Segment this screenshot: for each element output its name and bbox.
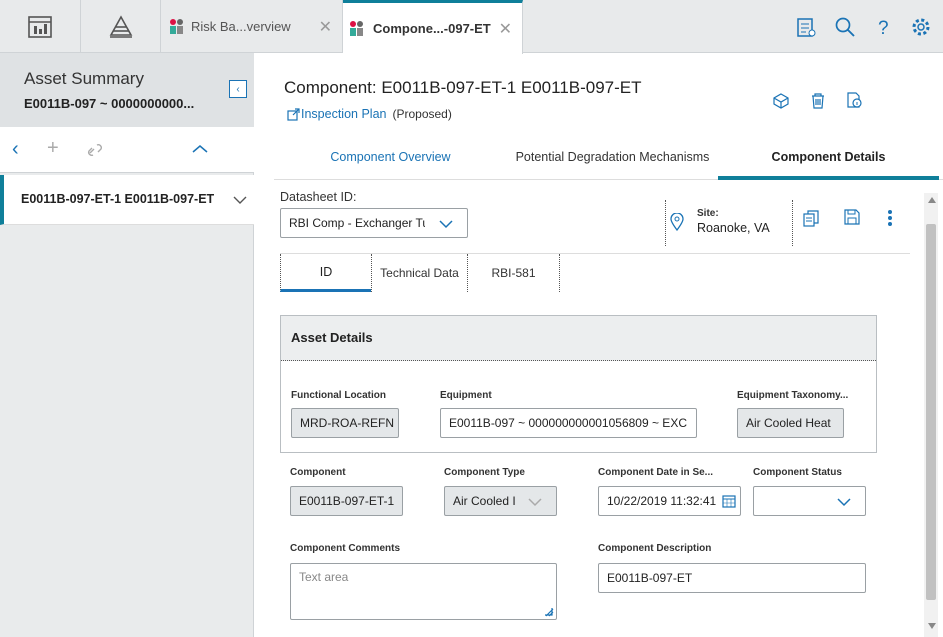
inspection-plan-row: Inspection Plan (Proposed) — [287, 107, 452, 121]
dashboard-icon — [28, 15, 52, 38]
svg-text:?: ? — [878, 18, 889, 38]
search-icon[interactable] — [834, 16, 856, 38]
close-icon[interactable]: ✕ — [499, 19, 512, 39]
component-status-select[interactable] — [753, 486, 866, 516]
asset-summary-header: Asset Summary E0011B-097 ~ 0000000000...… — [0, 53, 254, 127]
top-bar: Risk Ba...verview ✕ Compone...-097-ET ✕ … — [0, 0, 943, 54]
component-date-field[interactable]: 10/22/2019 11:32:41 — [598, 486, 741, 516]
scrollbar[interactable] — [924, 193, 938, 637]
tab-component-overview[interactable]: Component Overview — [274, 137, 507, 177]
tab-component-details[interactable]: Component Details — [718, 137, 939, 180]
asset-details-panel: Asset Details Functional Location MRD-RO… — [280, 315, 877, 453]
people-icon — [170, 18, 183, 34]
chevron-down-icon — [837, 498, 851, 507]
left-toolbar: ‹ + — [0, 127, 254, 173]
functional-location-field: MRD-ROA-REFN — [291, 408, 399, 438]
more-options-icon[interactable] — [887, 209, 893, 227]
location-pin-icon — [670, 213, 684, 231]
comments-placeholder: Text area — [299, 570, 349, 584]
tab-label: Risk Ba...verview — [191, 19, 291, 34]
page-title: Component: E0011B-097-ET-1 E0011B-097-ET — [284, 78, 642, 97]
asset-details-title: Asset Details — [291, 330, 373, 345]
tab-risk-overview[interactable]: Risk Ba...verview ✕ — [161, 0, 343, 53]
save-icon[interactable] — [844, 209, 860, 225]
site-label: Site: — [697, 208, 719, 219]
equipment-label: Equipment — [440, 390, 492, 401]
list-item-label: E0011B-097-ET-1 E0011B-097-ET — [21, 192, 215, 206]
cube-icon[interactable] — [773, 93, 789, 109]
calendar-icon[interactable] — [722, 494, 736, 508]
list-item-selected[interactable]: E0011B-097-ET-1 E0011B-097-ET — [0, 175, 254, 225]
back-icon[interactable]: ‹ — [12, 138, 19, 161]
document-info-icon[interactable] — [846, 92, 863, 109]
asset-details-header: Asset Details — [281, 316, 876, 361]
collapse-panel-icon[interactable]: ‹ — [229, 80, 247, 98]
external-link-icon — [287, 107, 300, 121]
inspection-plan-link[interactable]: Inspection Plan — [301, 107, 386, 121]
tab-degradation-mechanisms[interactable]: Potential Degradation Mechanisms — [507, 137, 718, 177]
component-label: Component — [290, 467, 346, 478]
help-icon[interactable]: ? — [872, 16, 894, 38]
equipment-taxonomy-label: Equipment Taxonomy... — [737, 390, 849, 401]
component-comments-textarea[interactable]: Text area — [290, 563, 557, 620]
equipment-taxonomy-field: Air Cooled Heat — [737, 408, 844, 438]
component-description-label: Component Description — [598, 543, 712, 554]
clipboard-icon[interactable] — [795, 16, 817, 38]
divider — [665, 200, 666, 246]
component-description-field[interactable]: E0011B-097-ET — [598, 563, 866, 593]
add-icon[interactable]: + — [47, 137, 59, 160]
chevron-down-icon — [439, 220, 453, 229]
component-type-select[interactable]: Air Cooled I — [444, 486, 557, 516]
pyramid-icon — [109, 14, 132, 38]
chevron-down-icon — [528, 498, 542, 507]
status-text: (Proposed) — [392, 107, 452, 121]
subtab-id[interactable]: ID — [280, 254, 371, 292]
tab-label: Compone...-097-ET — [373, 21, 491, 36]
hierarchy-button[interactable] — [81, 0, 161, 53]
datasheet-value: RBI Comp - Exchanger Tu — [289, 216, 425, 230]
datasheet-select[interactable]: RBI Comp - Exchanger Tu — [280, 208, 468, 238]
equipment-field[interactable]: E0011B-097 ~ 000000000001056809 ~ EXC — [440, 408, 697, 438]
chevron-down-icon[interactable] — [233, 196, 247, 205]
scrollbar-thumb[interactable] — [926, 224, 936, 600]
people-icon — [350, 20, 363, 36]
component-type-label: Component Type — [444, 467, 525, 478]
site-value: Roanoke, VA — [697, 221, 770, 235]
component-date-value: 10/22/2019 11:32:41 — [607, 494, 717, 508]
resize-handle-icon[interactable] — [544, 607, 554, 617]
left-panel: Asset Summary E0011B-097 ~ 0000000000...… — [0, 53, 254, 637]
functional-location-label: Functional Location — [291, 390, 386, 401]
asset-summary-title: Asset Summary — [24, 69, 144, 88]
link-icon[interactable] — [87, 142, 103, 158]
component-status-label: Component Status — [753, 467, 842, 478]
component-field: E0011B-097-ET-1 — [290, 486, 403, 516]
scroll-up-icon[interactable] — [928, 197, 936, 203]
scroll-down-icon[interactable] — [928, 623, 936, 629]
trash-icon[interactable] — [810, 92, 826, 109]
component-comments-label: Component Comments — [290, 543, 400, 554]
copy-document-icon[interactable] — [803, 210, 819, 227]
gear-icon[interactable] — [910, 16, 932, 38]
component-type-value: Air Cooled I — [453, 494, 516, 508]
divider — [792, 200, 793, 246]
asset-summary-subtitle: E0011B-097 ~ 0000000000... — [24, 96, 195, 111]
component-date-label: Component Date in Se... — [598, 467, 714, 478]
main-tabs: Component Overview Potential Degradation… — [274, 137, 943, 180]
chevron-up-icon[interactable] — [192, 144, 208, 154]
datasheet-label: Datasheet ID: — [280, 190, 357, 204]
dashboard-button[interactable] — [0, 0, 81, 53]
tab-component[interactable]: Compone...-097-ET ✕ — [343, 0, 523, 54]
close-icon[interactable]: ✕ — [319, 17, 332, 37]
subtab-rbi-581[interactable]: RBI-581 — [468, 254, 560, 292]
subtab-technical-data[interactable]: Technical Data — [371, 254, 468, 292]
